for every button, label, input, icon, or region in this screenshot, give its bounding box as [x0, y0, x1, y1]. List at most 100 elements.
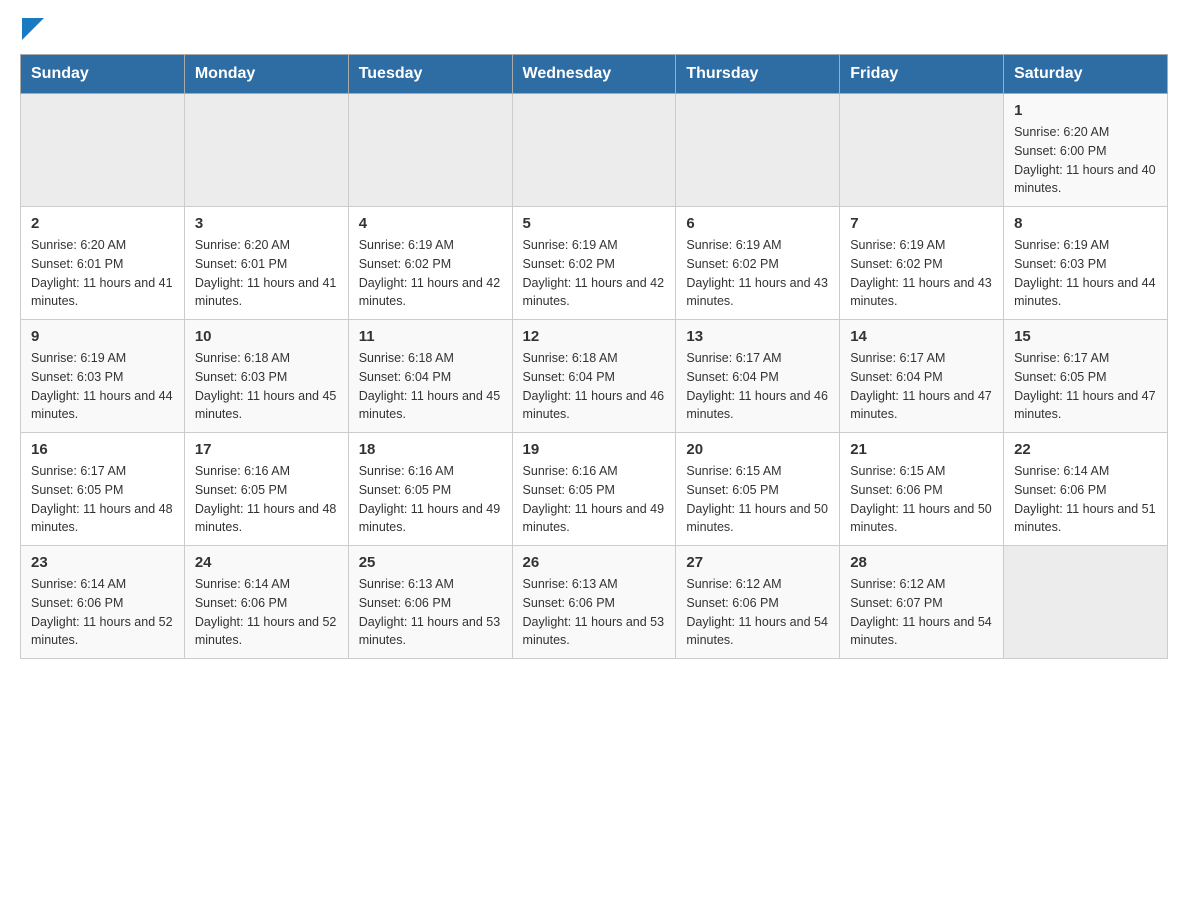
day-number: 26 — [523, 554, 666, 571]
calendar-cell: 22 Sunrise: 6:14 AMSunset: 6:06 PMDayligh… — [1004, 433, 1168, 546]
day-number: 24 — [195, 554, 338, 571]
day-info: Sunrise: 6:15 AMSunset: 6:06 PMDaylight:… — [850, 462, 993, 537]
day-number: 25 — [359, 554, 502, 571]
weekday-header-thursday: Thursday — [676, 55, 840, 94]
page-wrapper: SundayMondayTuesdayWednesdayThursdayFrid… — [20, 20, 1168, 659]
calendar-cell: 14 Sunrise: 6:17 AMSunset: 6:04 PMDayligh… — [840, 320, 1004, 433]
day-info: Sunrise: 6:18 AMSunset: 6:03 PMDaylight:… — [195, 349, 338, 424]
calendar-cell: 9 Sunrise: 6:19 AMSunset: 6:03 PMDaylight… — [21, 320, 185, 433]
day-info: Sunrise: 6:19 AMSunset: 6:02 PMDaylight:… — [359, 236, 502, 311]
calendar-cell — [1004, 546, 1168, 659]
calendar-cell: 18 Sunrise: 6:16 AMSunset: 6:05 PMDayligh… — [348, 433, 512, 546]
calendar-cell: 25 Sunrise: 6:13 AMSunset: 6:06 PMDayligh… — [348, 546, 512, 659]
weekday-header-tuesday: Tuesday — [348, 55, 512, 94]
calendar-cell: 1Sunrise: 6:20 AMSunset: 6:00 PMDaylight… — [1004, 94, 1168, 207]
weekday-header-friday: Friday — [840, 55, 1004, 94]
day-info: Sunrise: 6:12 AMSunset: 6:06 PMDaylight:… — [686, 575, 829, 650]
calendar-cell: 28 Sunrise: 6:12 AMSunset: 6:07 PMDayligh… — [840, 546, 1004, 659]
day-info: Sunrise: 6:14 AMSunset: 6:06 PMDaylight:… — [31, 575, 174, 650]
day-number: 22 — [1014, 441, 1157, 458]
calendar-cell — [676, 94, 840, 207]
day-info: Sunrise: 6:14 AMSunset: 6:06 PMDaylight:… — [1014, 462, 1157, 537]
day-number: 28 — [850, 554, 993, 571]
calendar-cell — [184, 94, 348, 207]
day-info: Sunrise: 6:18 AMSunset: 6:04 PMDaylight:… — [359, 349, 502, 424]
calendar-row-5: 23 Sunrise: 6:14 AMSunset: 6:06 PMDayligh… — [21, 546, 1168, 659]
calendar-cell: 27 Sunrise: 6:12 AMSunset: 6:06 PMDayligh… — [676, 546, 840, 659]
day-info: Sunrise: 6:15 AMSunset: 6:05 PMDaylight:… — [686, 462, 829, 537]
day-info: Sunrise: 6:19 AMSunset: 6:02 PMDaylight:… — [523, 236, 666, 311]
calendar-cell: 19 Sunrise: 6:16 AMSunset: 6:05 PMDayligh… — [512, 433, 676, 546]
day-number: 13 — [686, 328, 829, 345]
calendar-table: SundayMondayTuesdayWednesdayThursdayFrid… — [20, 54, 1168, 659]
weekday-header-sunday: Sunday — [21, 55, 185, 94]
day-info: Sunrise: 6:16 AMSunset: 6:05 PMDaylight:… — [359, 462, 502, 537]
day-number: 16 — [31, 441, 174, 458]
day-info: Sunrise: 6:20 AMSunset: 6:01 PMDaylight:… — [195, 236, 338, 311]
day-info: Sunrise: 6:20 AMSunset: 6:01 PMDaylight:… — [31, 236, 174, 311]
day-number: 21 — [850, 441, 993, 458]
logo-arrow-icon — [22, 18, 44, 40]
day-number: 14 — [850, 328, 993, 345]
calendar-cell: 15 Sunrise: 6:17 AMSunset: 6:05 PMDayligh… — [1004, 320, 1168, 433]
day-number: 23 — [31, 554, 174, 571]
calendar-cell: 6Sunrise: 6:19 AMSunset: 6:02 PMDaylight… — [676, 207, 840, 320]
calendar-cell: 26 Sunrise: 6:13 AMSunset: 6:06 PMDayligh… — [512, 546, 676, 659]
day-number: 11 — [359, 328, 502, 345]
day-info: Sunrise: 6:16 AMSunset: 6:05 PMDaylight:… — [523, 462, 666, 537]
calendar-cell: 16 Sunrise: 6:17 AMSunset: 6:05 PMDayligh… — [21, 433, 185, 546]
day-number: 19 — [523, 441, 666, 458]
day-info: Sunrise: 6:13 AMSunset: 6:06 PMDaylight:… — [359, 575, 502, 650]
calendar-cell: 17Sunrise: 6:16 AMSunset: 6:05 PMDayligh… — [184, 433, 348, 546]
day-number: 9 — [31, 328, 174, 345]
calendar-cell: 3 Sunrise: 6:20 AMSunset: 6:01 PMDaylight… — [184, 207, 348, 320]
day-number: 7 — [850, 215, 993, 232]
calendar-cell — [21, 94, 185, 207]
day-info: Sunrise: 6:17 AMSunset: 6:04 PMDaylight:… — [686, 349, 829, 424]
day-info: Sunrise: 6:19 AMSunset: 6:03 PMDaylight:… — [1014, 236, 1157, 311]
day-number: 15 — [1014, 328, 1157, 345]
calendar-cell: 11 Sunrise: 6:18 AMSunset: 6:04 PMDayligh… — [348, 320, 512, 433]
day-number: 2 — [31, 215, 174, 232]
page-header — [20, 20, 1168, 38]
day-info: Sunrise: 6:19 AMSunset: 6:03 PMDaylight:… — [31, 349, 174, 424]
calendar-cell: 10 Sunrise: 6:18 AMSunset: 6:03 PMDayligh… — [184, 320, 348, 433]
calendar-cell: 5Sunrise: 6:19 AMSunset: 6:02 PMDaylight… — [512, 207, 676, 320]
logo-area — [20, 20, 44, 38]
calendar-cell: 4 Sunrise: 6:19 AMSunset: 6:02 PMDaylight… — [348, 207, 512, 320]
day-number: 20 — [686, 441, 829, 458]
calendar-row-3: 9 Sunrise: 6:19 AMSunset: 6:03 PMDaylight… — [21, 320, 1168, 433]
day-info: Sunrise: 6:19 AMSunset: 6:02 PMDaylight:… — [850, 236, 993, 311]
day-info: Sunrise: 6:16 AMSunset: 6:05 PMDaylight:… — [195, 462, 338, 537]
calendar-cell: 13 Sunrise: 6:17 AMSunset: 6:04 PMDayligh… — [676, 320, 840, 433]
day-number: 18 — [359, 441, 502, 458]
logo — [20, 20, 44, 42]
calendar-cell: 20 Sunrise: 6:15 AMSunset: 6:05 PMDayligh… — [676, 433, 840, 546]
day-info: Sunrise: 6:18 AMSunset: 6:04 PMDaylight:… — [523, 349, 666, 424]
day-number: 8 — [1014, 215, 1157, 232]
calendar-cell — [840, 94, 1004, 207]
day-number: 27 — [686, 554, 829, 571]
calendar-cell: 12Sunrise: 6:18 AMSunset: 6:04 PMDayligh… — [512, 320, 676, 433]
calendar-cell: 21 Sunrise: 6:15 AMSunset: 6:06 PMDayligh… — [840, 433, 1004, 546]
day-info: Sunrise: 6:13 AMSunset: 6:06 PMDaylight:… — [523, 575, 666, 650]
day-number: 10 — [195, 328, 338, 345]
day-info: Sunrise: 6:17 AMSunset: 6:05 PMDaylight:… — [1014, 349, 1157, 424]
day-number: 1 — [1014, 102, 1157, 119]
day-info: Sunrise: 6:17 AMSunset: 6:05 PMDaylight:… — [31, 462, 174, 537]
weekday-header-saturday: Saturday — [1004, 55, 1168, 94]
day-info: Sunrise: 6:19 AMSunset: 6:02 PMDaylight:… — [686, 236, 829, 311]
day-number: 4 — [359, 215, 502, 232]
day-info: Sunrise: 6:14 AMSunset: 6:06 PMDaylight:… — [195, 575, 338, 650]
weekday-header-monday: Monday — [184, 55, 348, 94]
weekday-header-wednesday: Wednesday — [512, 55, 676, 94]
calendar-cell — [512, 94, 676, 207]
calendar-cell: 24 Sunrise: 6:14 AMSunset: 6:06 PMDayligh… — [184, 546, 348, 659]
weekday-header-row: SundayMondayTuesdayWednesdayThursdayFrid… — [21, 55, 1168, 94]
day-number: 3 — [195, 215, 338, 232]
calendar-row-1: 1Sunrise: 6:20 AMSunset: 6:00 PMDaylight… — [21, 94, 1168, 207]
calendar-row-2: 2 Sunrise: 6:20 AMSunset: 6:01 PMDaylight… — [21, 207, 1168, 320]
day-info: Sunrise: 6:12 AMSunset: 6:07 PMDaylight:… — [850, 575, 993, 650]
calendar-cell: 7 Sunrise: 6:19 AMSunset: 6:02 PMDaylight… — [840, 207, 1004, 320]
day-info: Sunrise: 6:17 AMSunset: 6:04 PMDaylight:… — [850, 349, 993, 424]
